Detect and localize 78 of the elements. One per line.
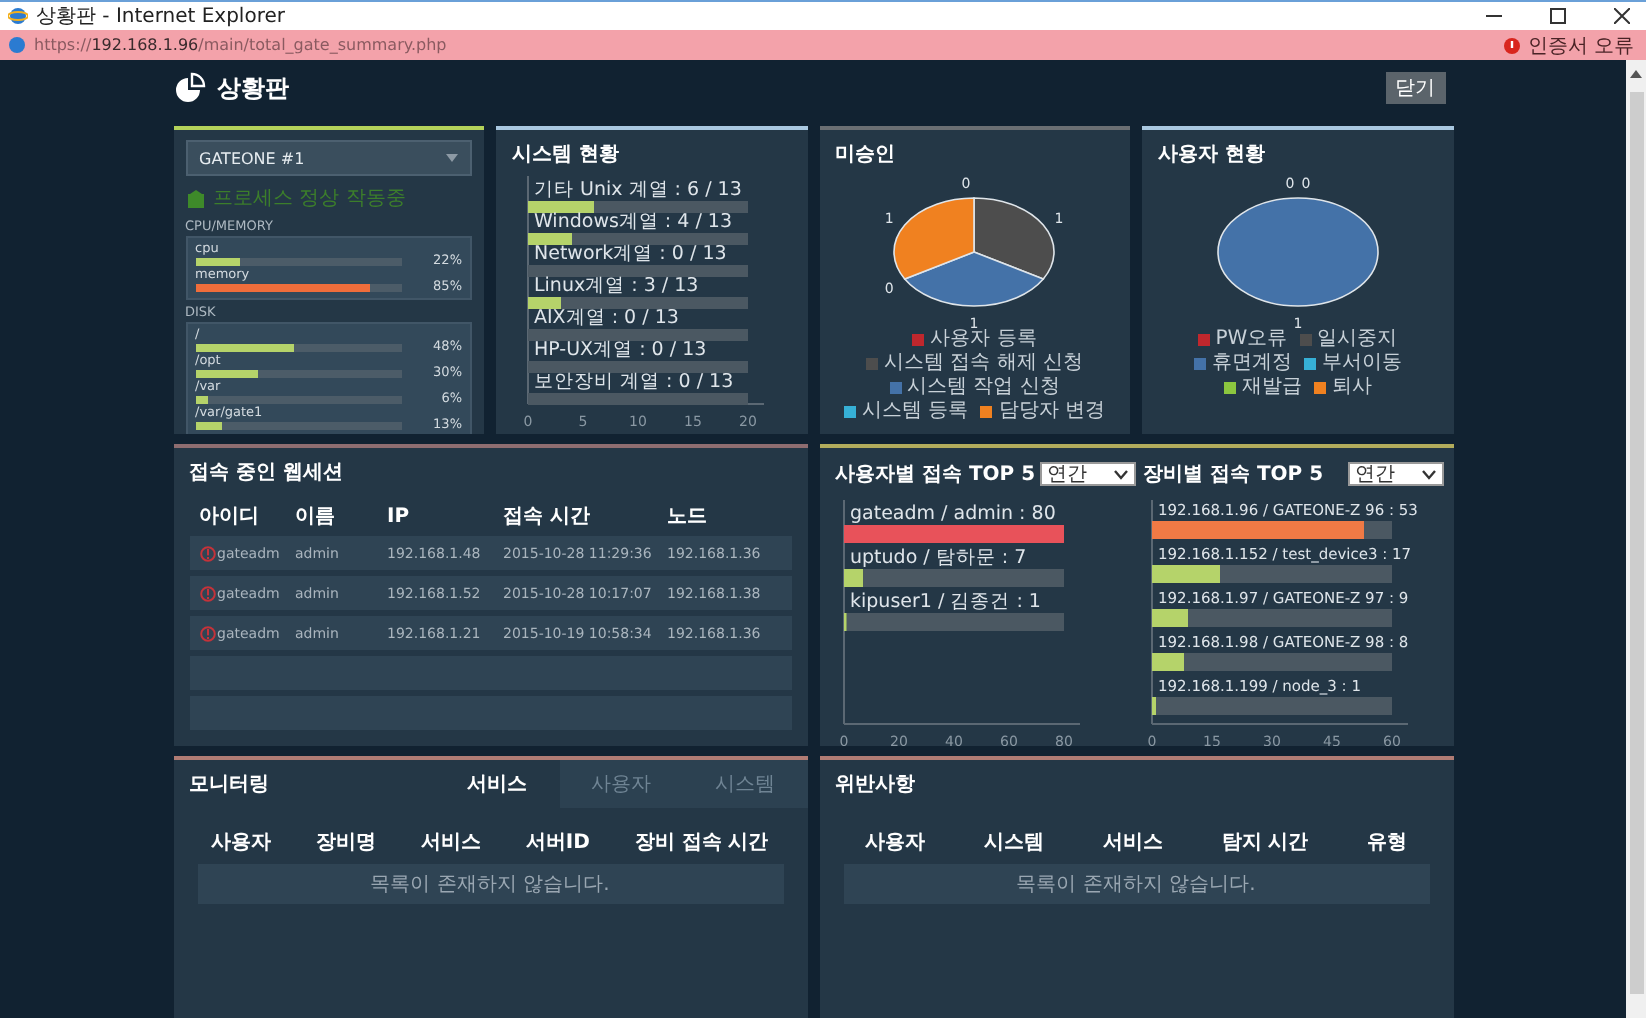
column-header: 아이디 — [199, 504, 261, 530]
panel-title: 접속 중인 웹세션 — [189, 460, 345, 486]
close-icon[interactable] — [1614, 8, 1630, 24]
legend-label: 휴면계정 — [1211, 352, 1292, 374]
column-header: 사용자 — [211, 830, 272, 856]
column-header: 서비스 — [1102, 830, 1163, 856]
column-header: 유형 — [1367, 830, 1408, 856]
bar — [528, 201, 594, 213]
column-header: 접속 시간 — [503, 504, 592, 530]
bar-label: 보안장비 계열 : 0 / 13 — [534, 371, 734, 393]
legend-label: 시스템 접속 해제 신청 — [883, 352, 1084, 374]
legend-label: 사용자 등록 — [930, 328, 1037, 350]
bar — [1151, 653, 1183, 671]
period-select[interactable]: 연간 — [1347, 462, 1443, 486]
server-icon — [185, 189, 205, 207]
panel-title: 위반사항 — [835, 772, 915, 798]
scrollbar[interactable] — [1626, 60, 1646, 1018]
legend-label: 재발급 — [1241, 376, 1302, 398]
alert-icon — [199, 545, 215, 561]
bar — [843, 569, 863, 587]
alert-icon — [199, 585, 215, 601]
column-header: 시스템 — [983, 830, 1044, 856]
empty-message: 목록이 존재하지 않습니다. — [843, 864, 1429, 904]
column-header: 장비 접속 시간 — [634, 830, 769, 856]
maximize-icon[interactable] — [1550, 8, 1566, 24]
bar-label: 기타 Unix 계열 : 6 / 13 — [534, 179, 742, 201]
address-field[interactable]: https://192.168.1.96/main/total_gate_summary.php — [34, 36, 447, 54]
bar-label: gateadm / admin : 80 — [849, 503, 1055, 525]
page-icon — [8, 36, 26, 54]
column-header: 서버ID — [525, 830, 590, 856]
window-title: 상황판 - Internet Explorer — [36, 4, 285, 30]
panel-title: 사용자별 접속 TOP 5 — [835, 462, 1036, 488]
panel-title: 미승인 — [835, 142, 897, 168]
caret-icon — [1113, 469, 1127, 479]
close-button[interactable]: 닫기 — [1385, 72, 1445, 104]
certificate-error-link[interactable]: 인증서 오류 — [1527, 31, 1634, 59]
column-header: 탐지 시간 — [1221, 830, 1309, 856]
bar-label: Windows계열 : 4 / 13 — [534, 211, 733, 233]
bar — [1151, 609, 1187, 627]
bar-label: uptudo / 탐하문 : 7 — [849, 547, 1026, 569]
panel-title: 사용자 현황 — [1158, 142, 1267, 168]
bar-label: Linux계열 : 3 / 13 — [534, 275, 699, 297]
period-select[interactable]: 연간 — [1039, 462, 1135, 486]
empty-message: 목록이 존재하지 않습니다. — [197, 864, 783, 904]
legend-label: 담당자 변경 — [998, 400, 1105, 422]
column-header: 장비명 — [316, 830, 377, 856]
pie-chart-icon — [173, 72, 205, 104]
bar-label: HP-UX계열 : 0 / 13 — [534, 339, 707, 361]
app-icon — [8, 6, 28, 26]
panel-title: 모니터링 — [189, 772, 269, 798]
bar — [1151, 565, 1219, 583]
warning-icon — [1503, 37, 1520, 53]
legend-label: PW오류 — [1215, 328, 1288, 350]
status-text: 프로세스 정상 작동중 — [213, 186, 406, 212]
caret-icon — [1421, 469, 1435, 479]
bar — [528, 297, 561, 309]
alert-icon — [199, 625, 215, 641]
column-header: 노드 — [667, 504, 709, 530]
bar-label: AIX계열 : 0 / 13 — [534, 307, 679, 329]
column-header: IP — [387, 505, 412, 527]
up-arrow-icon — [1628, 68, 1644, 80]
column-header: 사용자 — [864, 830, 925, 856]
legend-label: 부서이동 — [1321, 352, 1402, 374]
caret-icon — [446, 154, 458, 162]
column-header: 이름 — [295, 504, 337, 530]
server-select[interactable]: GATEONE #1 — [185, 140, 472, 176]
bar-label: Network계열 : 0 / 13 — [534, 243, 727, 265]
column-header: 서비스 — [420, 830, 481, 856]
legend-label: 퇴사 — [1331, 376, 1372, 398]
legend-label: 일시중지 — [1317, 328, 1398, 350]
legend-label: 시스템 등록 — [862, 400, 969, 422]
legend-label: 시스템 작업 신청 — [907, 376, 1060, 398]
bar — [528, 233, 572, 245]
panel-title: 시스템 현황 — [512, 142, 621, 168]
page-title: 상황판 — [217, 71, 289, 105]
scroll-thumb[interactable] — [1629, 92, 1643, 994]
bar-label: kipuser1 / 김종건 : 1 — [849, 591, 1040, 613]
panel-title: 장비별 접속 TOP 5 — [1143, 462, 1324, 488]
